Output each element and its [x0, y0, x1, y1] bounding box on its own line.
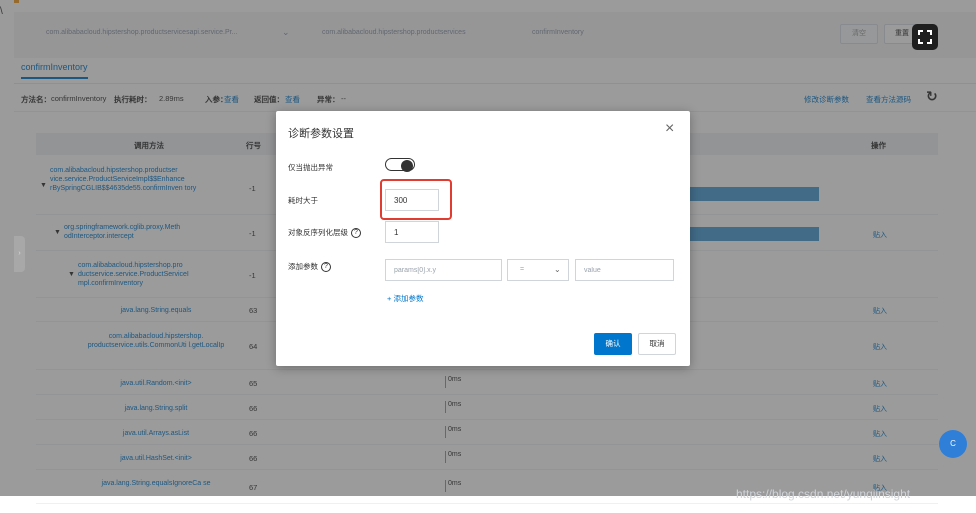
floating-help-button[interactable]: C: [939, 430, 967, 458]
param-path-input[interactable]: [385, 259, 502, 281]
exception-only-toggle[interactable]: [385, 158, 415, 172]
param-value-input[interactable]: [575, 259, 674, 281]
confirm-button[interactable]: 确认: [594, 333, 632, 355]
depth-label: 对象反序列化层级: [288, 228, 348, 237]
exception-only-label: 仅当抛出异常: [288, 163, 333, 172]
help-icon[interactable]: ?: [351, 228, 361, 239]
toggle-knob: [401, 159, 413, 172]
dialog-title: 诊断参数设置: [288, 128, 354, 140]
chevron-down-icon: ⌄: [554, 265, 561, 274]
duration-label: 耗时大于: [288, 196, 318, 205]
fullscreen-button[interactable]: [912, 24, 938, 50]
watermark: https://blog.csdn.net/yunqiinsight: [736, 487, 911, 501]
operator-value: =: [520, 266, 525, 273]
duration-input[interactable]: [385, 189, 439, 211]
add-param-link[interactable]: + 添加参数: [387, 293, 423, 304]
add-param-label-group: 添加参数?: [288, 261, 331, 273]
fullscreen-icon: [918, 30, 932, 44]
operator-select[interactable]: = ⌄: [507, 259, 569, 281]
add-param-label: 添加参数: [288, 262, 318, 271]
close-icon[interactable]: ×: [665, 120, 674, 138]
help-icon[interactable]: ?: [321, 262, 331, 273]
cancel-button[interactable]: 取消: [638, 333, 676, 355]
diagnostic-settings-dialog: 诊断参数设置 × 仅当抛出异常 耗时大于 对象反序列化层级? 添加参数? = ⌄…: [276, 111, 690, 366]
depth-label-group: 对象反序列化层级?: [288, 227, 361, 239]
depth-input[interactable]: [385, 221, 439, 243]
sidebar-handle[interactable]: ›: [14, 236, 25, 272]
